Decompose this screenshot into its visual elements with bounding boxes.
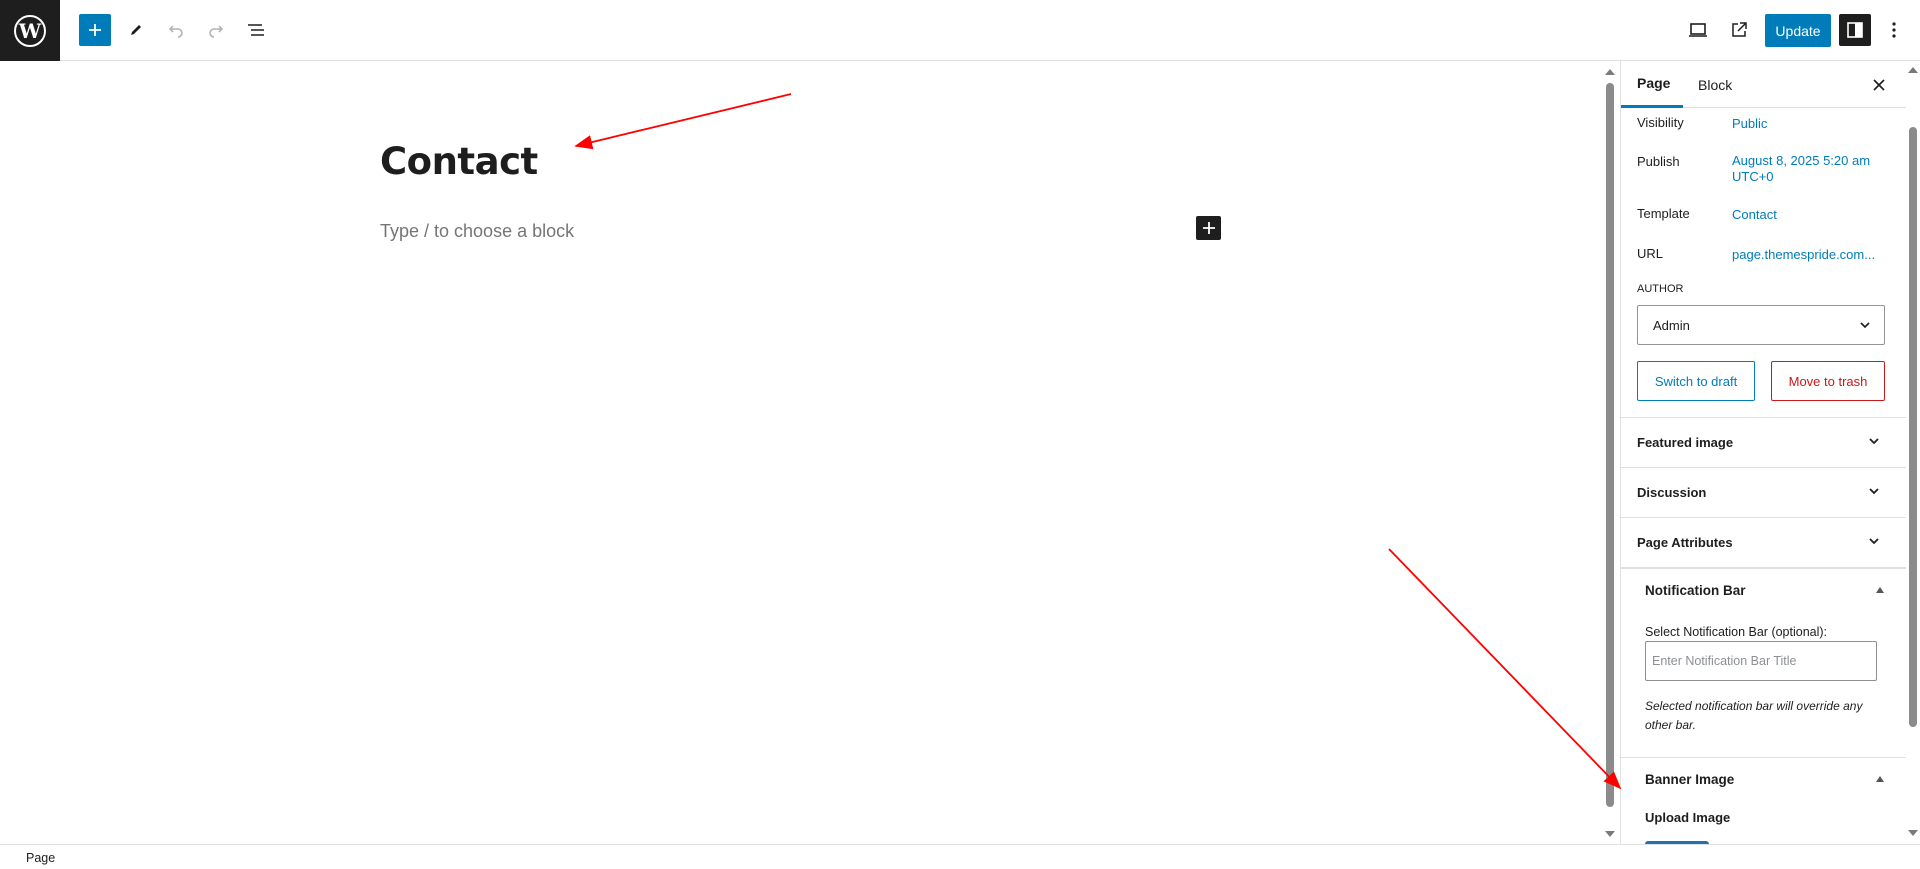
editor-header: W Update [0,0,1920,61]
update-button[interactable]: Update [1765,14,1831,47]
options-button[interactable] [1880,14,1908,46]
upload-image-label: Upload Image [1645,810,1731,825]
sidebar-scrollbar[interactable] [1904,61,1920,844]
visibility-label: Visibility [1637,115,1684,130]
editor-canvas: Contact Type / to choose a block [0,61,1620,844]
publish-label: Publish [1637,154,1680,169]
scroll-up-arrow-icon[interactable] [1908,67,1918,73]
page-title[interactable]: Contact [380,140,538,183]
author-label: AUTHOR [1637,283,1684,295]
move-to-trash-button[interactable]: Move to trash [1771,361,1885,401]
sidebar-tabs: Page Block [1621,61,1906,108]
undo-icon [168,25,183,38]
chevron-down-icon [1860,322,1870,329]
sidebar-toggle-icon [1847,22,1863,38]
panel-title: Featured image [1637,435,1734,450]
close-icon [1873,79,1885,91]
list-view-icon [248,24,264,36]
url-value[interactable]: page.themespride.com... [1732,247,1875,263]
url-label: URL [1637,246,1664,261]
canvas-scrollbar[interactable] [1601,61,1618,844]
template-label: Template [1637,206,1690,221]
caret-up-icon[interactable] [1876,776,1884,782]
template-value[interactable]: Contact [1732,207,1777,223]
more-vertical-icon [1892,22,1896,38]
scrollbar-thumb[interactable] [1909,127,1917,727]
visibility-value[interactable]: Public [1732,116,1767,132]
svg-text:W: W [18,19,42,43]
wordpress-icon: W [14,14,46,47]
close-sidebar-button[interactable] [1867,73,1891,97]
plus-icon [89,24,101,36]
desktop-preview-icon [1689,23,1707,37]
tools-button[interactable] [120,14,152,46]
scroll-down-arrow-icon[interactable] [1908,830,1918,836]
list-view-button[interactable] [240,14,272,46]
redo-icon [209,25,224,38]
banner-image-metabox [1621,757,1906,844]
block-placeholder[interactable]: Type / to choose a block [380,221,574,242]
discussion-panel[interactable]: Discussion [1621,467,1906,517]
banner-image-title[interactable]: Banner Image [1645,772,1734,787]
editor-footer: Page [0,844,1920,869]
caret-up-icon[interactable] [1876,587,1884,593]
add-block-button[interactable] [79,14,111,46]
chevron-down-icon [1869,438,1879,445]
publish-value[interactable]: August 8, 2025 5:20 am UTC+0 [1732,153,1882,185]
chevron-down-icon [1869,488,1879,495]
switch-to-draft-button[interactable]: Switch to draft [1637,361,1755,401]
preview-button[interactable] [1682,14,1714,46]
redo-button[interactable] [200,14,232,46]
scroll-up-arrow-icon[interactable] [1605,69,1615,75]
scroll-down-arrow-icon[interactable] [1605,831,1615,837]
view-page-button[interactable] [1723,14,1755,46]
wordpress-logo[interactable]: W [0,0,60,61]
author-select[interactable]: Admin [1637,305,1885,345]
inline-add-block-button[interactable] [1196,216,1221,240]
settings-sidebar: Page Block Visibility Public Publish Aug… [1620,61,1920,844]
page-attributes-panel[interactable]: Page Attributes [1621,517,1906,567]
chevron-down-icon [1869,538,1879,545]
scrollbar-thumb[interactable] [1606,83,1614,807]
tab-page[interactable]: Page [1621,61,1683,108]
undo-button[interactable] [160,14,192,46]
notification-bar-title[interactable]: Notification Bar [1645,583,1746,598]
notification-bar-select-label: Select Notification Bar (optional): [1645,625,1828,639]
tab-block[interactable]: Block [1698,61,1732,108]
notification-bar-input[interactable] [1645,641,1877,681]
plus-icon [1202,222,1215,234]
panel-title: Page Attributes [1637,535,1733,550]
settings-toggle-button[interactable] [1839,14,1871,46]
panel-title: Discussion [1637,485,1707,500]
notification-bar-help: Selected notification bar will override … [1645,699,1863,732]
external-link-icon [1732,22,1747,37]
featured-image-panel[interactable]: Featured image [1621,417,1906,467]
author-value: Admin [1653,317,1690,333]
pencil-icon [131,25,141,35]
breadcrumb[interactable]: Page [26,851,55,865]
